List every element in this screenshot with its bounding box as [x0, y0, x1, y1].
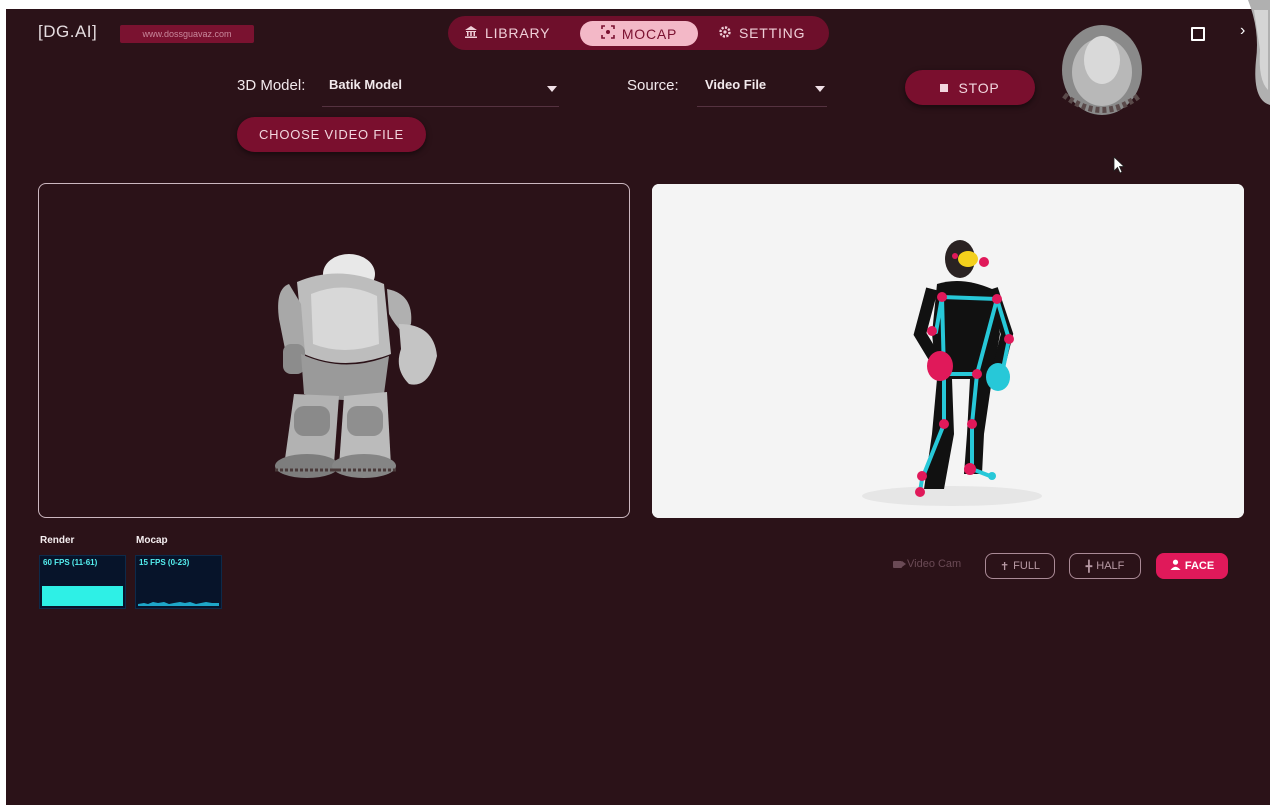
- main-nav: LIBRARY MOCAP SETTING: [448, 16, 829, 50]
- maximize-icon[interactable]: [1191, 27, 1205, 41]
- video-cam-toggle[interactable]: Video Cam: [893, 558, 961, 570]
- gear-icon: [718, 25, 732, 42]
- tab-library-label: LIBRARY: [485, 25, 551, 41]
- mode-full-button[interactable]: ✝ FULL: [985, 553, 1055, 579]
- source-select-value[interactable]: Video File: [705, 77, 766, 92]
- video-feed: [652, 184, 1244, 518]
- full-body-icon: ✝: [999, 560, 1010, 573]
- scan-icon: [601, 25, 615, 42]
- url-badge[interactable]: www.dossguavaz.com: [120, 25, 254, 43]
- choose-video-file-button[interactable]: CHOOSE VIDEO FILE: [237, 117, 426, 152]
- half-body-icon: ╋: [1085, 560, 1093, 573]
- tab-library[interactable]: LIBRARY: [464, 16, 550, 50]
- tab-setting[interactable]: SETTING: [718, 16, 805, 50]
- stop-icon: [940, 83, 949, 92]
- mocap-stat-label: Mocap: [136, 535, 168, 546]
- library-icon: [464, 25, 478, 42]
- stop-button[interactable]: STOP: [905, 70, 1035, 105]
- mode-half-button[interactable]: ╋ HALF: [1069, 553, 1141, 579]
- render-stat-label: Render: [40, 535, 75, 546]
- mocap-fps-text: 15 FPS (0-23): [139, 558, 190, 567]
- chevron-right-icon[interactable]: ›: [1240, 22, 1245, 40]
- mode-full-label: FULL: [1013, 560, 1041, 572]
- robot-foot-decoration-image: [1248, 0, 1270, 105]
- model-select-value[interactable]: Batik Model: [329, 77, 402, 92]
- tab-setting-label: SETTING: [739, 25, 806, 41]
- model-viewport[interactable]: [38, 183, 630, 518]
- tab-mocap-label: MOCAP: [621, 25, 678, 42]
- mocap-fps-meter: 15 FPS (0-23): [135, 555, 222, 609]
- model-label: 3D Model:: [237, 77, 306, 94]
- mode-face-label: FACE: [1184, 560, 1215, 572]
- robot-model-render: [275, 254, 437, 478]
- render-fps-meter: 60 FPS (11-61): [39, 555, 126, 609]
- model-dropdown-caret-icon[interactable]: [547, 86, 557, 92]
- mocap-fps-graph: [138, 602, 219, 606]
- stop-button-label: STOP: [958, 79, 1000, 96]
- robot-decoration-image: [1062, 25, 1142, 115]
- mode-face-button[interactable]: FACE: [1156, 553, 1228, 579]
- mode-half-label: HALF: [1096, 560, 1125, 572]
- render-fps-text: 60 FPS (11-61): [43, 558, 98, 567]
- window-left-edge: [0, 0, 6, 805]
- mouse-cursor-icon: [1113, 156, 1125, 174]
- person-icon: [1170, 559, 1181, 573]
- app-logo: [DG.AI]: [38, 22, 98, 41]
- render-fps-bar: [42, 586, 123, 606]
- source-dropdown-caret-icon[interactable]: [815, 86, 825, 92]
- source-label: Source:: [627, 77, 679, 94]
- model-select-underline: [322, 106, 559, 107]
- pose-overlay: [652, 184, 1244, 518]
- source-select-underline: [697, 106, 827, 107]
- video-cam-label: Video Cam: [907, 558, 962, 570]
- tab-mocap[interactable]: MOCAP: [580, 21, 698, 46]
- video-camera-icon: [893, 560, 906, 568]
